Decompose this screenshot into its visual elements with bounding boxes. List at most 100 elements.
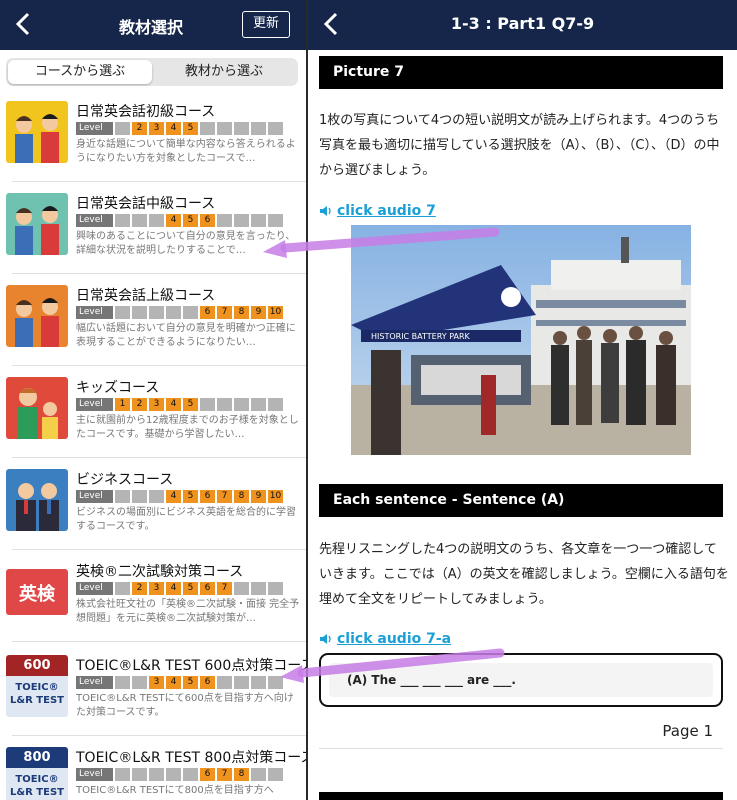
question-photo: HISTORIC BATTERY PARK [351,225,691,455]
course-thumbnail [6,193,68,255]
segment-by-material[interactable]: 教材から選ぶ [152,60,296,84]
level-box [268,768,283,781]
level-box: 6 [200,214,215,227]
level-box [183,306,198,319]
toeic-score-label: 600 [6,655,68,676]
level-box: 6 [200,676,215,689]
level-box: 7 [217,490,232,503]
sentence-title-bar: Each sentence - Sentence (A) [319,484,723,517]
level-box [268,676,283,689]
level-tag: Level [76,214,113,227]
level-box: 6 [200,768,215,781]
level-box [251,582,266,595]
level-box: 4 [166,676,181,689]
level-box [115,582,130,595]
row-separator [12,549,306,550]
svg-text:英検: 英検 [18,583,56,605]
level-box [200,122,215,135]
level-box [234,214,249,227]
instructions-text: 1枚の写真について4つの短い説明文が読み上げられます。4つのうち写真を最も適切に… [319,113,720,178]
level-box [234,582,249,595]
level-indicator: Level 3 4 5 6 [76,676,283,689]
level-box [149,306,164,319]
course-name: 英検®二次試験対策コース [76,564,244,580]
course-item[interactable]: 日常英会話初級コース Level 2 3 4 5 身近な話題について簡単な内容なら答えられる… [6,101,306,193]
audio-link-7[interactable]: click audio 7 [319,203,436,219]
level-box: 8 [234,768,249,781]
level-box [251,768,266,781]
level-tag: Level [76,306,113,319]
level-box [268,214,283,227]
level-box: 5 [183,490,198,503]
level-tag: Level [76,122,113,135]
level-box: 4 [166,490,181,503]
toeic-score-label: 800 [6,747,68,768]
refresh-button[interactable]: 更新 [242,11,290,38]
level-box [234,398,249,411]
row-separator [12,181,306,182]
level-box [268,122,283,135]
level-tag: Level [76,490,113,503]
level-box: 4 [166,122,181,135]
right-header: 1-3 : Part1 Q7-9 [308,0,737,50]
level-tag: Level [76,582,113,595]
level-box: 7 [217,306,232,319]
level-box [251,122,266,135]
level-box [268,582,283,595]
level-box: 8 [234,306,249,319]
segment-by-course[interactable]: コースから選ぶ [8,60,152,84]
course-item[interactable]: 日常英会話上級コース Level 6 7 8 9 10 幅広い話題において自分の意見を明確かつ… [6,285,306,377]
course-item[interactable]: 英検 英検®二次試験対策コース Level 2 3 4 5 6 7 株式会社旺文社の「英検®二次試… [6,561,306,653]
level-box: 7 [217,768,232,781]
row-separator [12,641,306,642]
level-box [149,490,164,503]
level-box: 10 [268,490,283,503]
level-indicator: Level 2 3 4 5 [76,122,283,135]
level-box: 2 [132,398,147,411]
fill-in-blank-sentence[interactable]: (A) The ___ ___ ___ are ___. [329,663,713,697]
level-tag: Level [76,676,113,689]
course-description: TOEIC®L&R TESTにて800点を目指す方へ [76,785,274,796]
audio-link-label[interactable]: click audio 7 [337,203,436,219]
level-box: 5 [183,582,198,595]
page-indicator: Page 1 [662,722,713,740]
sentence-instructions: 先程リスニングした4つの説明文のうち、各文章を一つ一つ確認していきます。ここでは… [319,542,729,607]
level-box: 4 [166,582,181,595]
course-description: 興味のあることについて自分の意見を言ったり、詳細な状況を説明したりすることで… [76,231,296,256]
level-box [251,214,266,227]
picture-title-bar: Picture 7 [319,56,723,89]
course-item[interactable]: キッズコース Level 1 2 3 4 5 主に就園前から12歳程度までのお子様を対象とした… [6,377,306,469]
course-name: TOEIC®L&R TEST 800点対策コース [76,750,306,766]
course-name: ビジネスコース [76,472,174,488]
level-box: 10 [268,306,283,319]
audio-link-label[interactable]: click audio 7-a [337,631,451,647]
level-box [166,306,181,319]
course-name: TOEIC®L&R TEST 600点対策コース [76,658,306,674]
level-box [217,398,232,411]
level-indicator: Level 6 7 8 [76,768,283,781]
course-item[interactable]: 600 TOEIC® L&R TEST TOEIC®L&R TEST 600点対策コー… [6,655,306,747]
level-box: 3 [149,398,164,411]
level-box: 4 [166,398,181,411]
course-item[interactable]: 800 TOEIC® L&R TEST TOEIC®L&R TEST 800点対策コー… [6,747,306,800]
lesson-panel: 1-3 : Part1 Q7-9 Picture 7 1枚の写真について4つの短… [308,0,737,800]
next-section-bar [319,792,723,800]
course-thumbnail [6,469,68,531]
course-description: TOEIC®L&R TESTにて600点を目指す方へ向けた対策コースです。 [76,693,294,718]
level-box: 1 [115,398,130,411]
speaker-icon [320,206,331,216]
level-box [149,214,164,227]
level-box: 7 [217,582,232,595]
level-box [217,122,232,135]
level-box [115,122,130,135]
course-name: 日常英会話中級コース [76,196,216,212]
course-thumbnail: 800 TOEIC® L&R TEST [6,747,68,800]
level-box [115,214,130,227]
audio-link-7a[interactable]: click audio 7-a [319,631,451,647]
level-box: 3 [149,122,164,135]
course-description: 株式会社旺文社の「英検®二次試験・面接 完全予想問題」を元に英検®二次試験対策が… [76,599,300,624]
level-box [115,490,130,503]
row-separator [12,365,306,366]
course-item[interactable]: ビジネスコース Level 4 5 6 7 8 9 10 ビジネスの場面別にビジネス英語を総合的に… [6,469,306,561]
course-item[interactable]: 日常英会話中級コース Level 4 5 6 興味のあることについて自分の意見を言ったり、… [6,193,306,285]
